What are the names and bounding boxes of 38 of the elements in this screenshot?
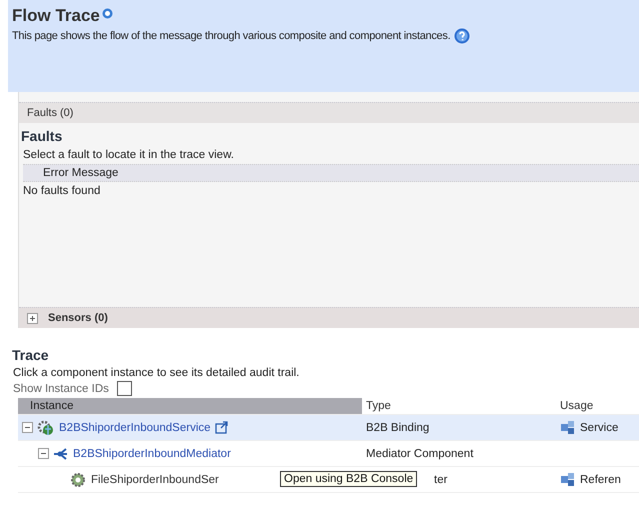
sensors-bar[interactable]: Sensors (0) (19, 307, 639, 328)
help-icon[interactable] (454, 28, 470, 44)
instance-link[interactable]: FileShiporderInboundSer (91, 474, 219, 486)
globe-gear-icon (37, 420, 55, 436)
external-link-icon[interactable] (214, 421, 229, 434)
checkbox-label: Show Instance IDs (13, 382, 109, 394)
trace-hint: Click a component instance to see its detailed audit trail. (12, 366, 300, 381)
page-title: Flow Trace (12, 6, 100, 26)
usage-cell: Referen (580, 474, 621, 486)
component-icon (560, 420, 576, 435)
tooltip: Open using B2B Console (280, 471, 418, 487)
instance-link[interactable]: B2BShiporderInboundMediator (73, 448, 231, 460)
trace-heading: Trace (11, 346, 50, 365)
component-icon (560, 472, 576, 487)
expand-icon[interactable] (27, 312, 38, 324)
type-cell: Mediator Component (366, 448, 474, 460)
instance-cell[interactable]: B2BShiporderInboundMediator (18, 441, 362, 467)
page-description: This page shows the flow of the message through various composite and component instances. (12, 30, 450, 42)
show-ids-checkbox[interactable] (116, 381, 132, 396)
column-header[interactable]: Usage (556, 398, 639, 415)
empty-message: No faults found (22, 184, 102, 199)
type-cell: ter (434, 474, 448, 486)
instance-link[interactable]: B2BShiporderInboundService (59, 422, 211, 434)
faults-tab[interactable]: Faults (0) (19, 102, 639, 123)
instance-cell[interactable]: B2BShiporderInboundService (18, 415, 362, 441)
split-arrows-icon (53, 446, 69, 460)
column-header[interactable]: Error Message (23, 164, 639, 182)
info-icon[interactable] (102, 8, 113, 19)
collapse-icon[interactable] (22, 422, 33, 433)
gear-icon (70, 472, 87, 488)
faults-heading: Faults (20, 127, 64, 146)
sensors-label: Sensors (0) (48, 312, 108, 324)
type-cell: B2B Binding (366, 422, 430, 434)
faults-hint: Select a fault to locate it in the trace view. (22, 148, 235, 163)
usage-cell: Service (580, 422, 618, 434)
collapse-icon[interactable] (38, 448, 49, 459)
column-header[interactable]: Instance (18, 398, 362, 415)
column-header[interactable]: Type (362, 398, 556, 415)
